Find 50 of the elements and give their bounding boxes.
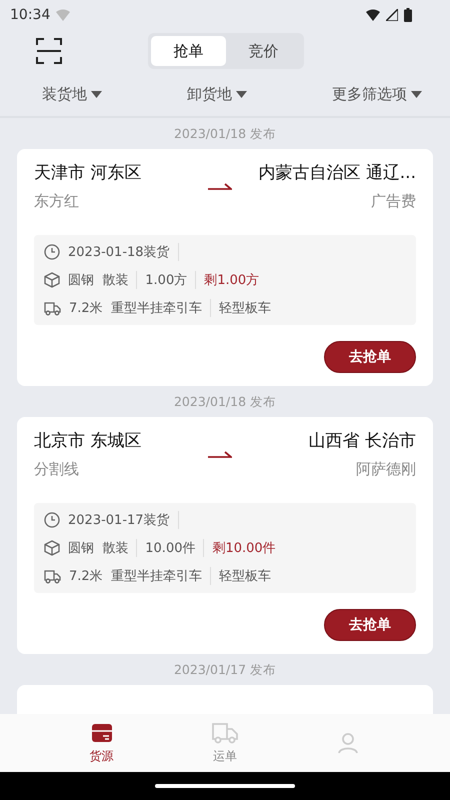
nav-item[interactable]: 货源 <box>72 714 132 772</box>
destination-address: 广告费 <box>371 192 416 211</box>
tab[interactable]: 抢单 <box>151 36 226 66</box>
filter-dropdown[interactable]: 卸货地 <box>187 84 247 104</box>
goods-type: 圆钢 散装 <box>68 272 128 289</box>
load-date: 2023-01-17装货 <box>68 512 170 529</box>
origin-address: 东方红 <box>34 192 80 211</box>
caret-icon <box>411 90 422 98</box>
goods-amount: 10.00件 <box>145 540 196 557</box>
box-icon <box>44 272 60 288</box>
load-date: 2023-01-18装货 <box>68 244 170 261</box>
home-indicator[interactable] <box>155 784 295 788</box>
grab-order-button[interactable]: 去抢单 <box>324 609 416 641</box>
person-icon <box>337 732 360 754</box>
battery-icon <box>404 8 412 22</box>
truck-type: 轻型板车 <box>218 300 271 317</box>
signal-icon <box>386 9 398 21</box>
caret-icon <box>91 90 102 98</box>
wifi-icon <box>366 9 380 21</box>
remaining-amount: 剩1.00方 <box>204 272 260 289</box>
truck-length: 7.2米 重型半挂牵引车 <box>69 568 202 585</box>
truck-type: 轻型板车 <box>218 568 271 585</box>
truck-icon <box>212 722 238 744</box>
box-icon <box>44 540 60 556</box>
caret-icon <box>236 90 247 98</box>
filter-dropdown[interactable]: 装货地 <box>42 84 102 104</box>
truck-icon <box>44 568 61 584</box>
filter-dropdown[interactable]: 更多筛选项 <box>332 84 422 104</box>
goods-amount: 1.00方 <box>145 272 188 289</box>
origin-city: 北京市 东城区 <box>34 430 142 452</box>
origin-address: 分割线 <box>34 460 80 479</box>
publish-date: 2023/01/18 发布 <box>172 393 278 411</box>
scan-icon[interactable] <box>36 38 62 64</box>
publish-date: 2023/01/17 发布 <box>172 661 278 679</box>
truck-length: 7.2米 重型半挂牵引车 <box>69 300 202 317</box>
grab-order-button[interactable]: 去抢单 <box>324 341 416 373</box>
clock-icon <box>44 244 60 260</box>
publish-date: 2023/01/18 发布 <box>172 125 278 143</box>
clock-icon <box>44 512 60 528</box>
status-time: 10:34 <box>10 7 50 23</box>
destination-address: 阿萨德刚 <box>356 460 416 479</box>
origin-city: 天津市 河东区 <box>34 162 142 184</box>
tab[interactable]: 竞价 <box>226 36 301 66</box>
destination-city: 山西省 长治市 <box>308 430 416 452</box>
goods-type: 圆钢 散装 <box>68 540 128 557</box>
remaining-amount: 剩10.00件 <box>212 540 276 557</box>
destination-city: 内蒙古自治区 通辽... <box>258 162 416 184</box>
truck-icon <box>44 300 61 316</box>
wifi-icon <box>56 9 70 21</box>
cargo-box-icon <box>90 722 113 744</box>
